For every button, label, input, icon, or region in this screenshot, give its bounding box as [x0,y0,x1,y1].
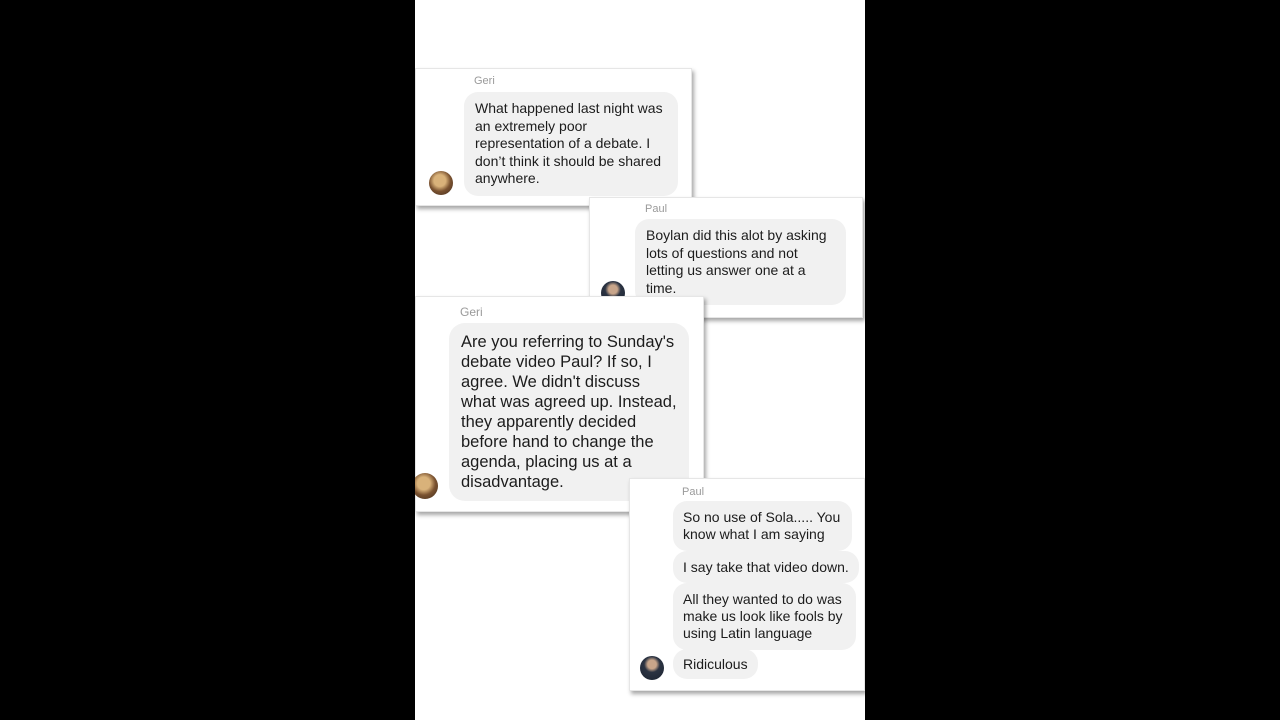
message-card-paul-2: Paul So no use of Sola..... You know wha… [629,478,865,691]
message-bubble[interactable]: Ridiculous [673,649,758,679]
sender-name: Paul [645,203,668,215]
message-bubble[interactable]: So no use of Sola..... You know what I a… [673,501,852,551]
message-bubble[interactable]: Are you referring to Sunday's debate vid… [449,323,689,501]
screenshot-collage: Geri What happened last night was an ext… [415,0,865,720]
geri-avatar [429,171,453,195]
geri-avatar [415,473,438,499]
message-bubble[interactable]: What happened last night was an extremel… [464,92,678,196]
sender-name: Paul [682,486,705,498]
message-bubble[interactable]: I say take that video down. [673,551,859,583]
message-card-geri-1: Geri What happened last night was an ext… [415,68,692,206]
message-bubble[interactable]: All they wanted to do was make us look l… [673,583,856,650]
sender-name: Geri [474,75,495,87]
paul-avatar [640,656,664,680]
message-bubble[interactable]: Boylan did this alot by asking lots of q… [635,219,846,305]
sender-name: Geri [460,305,483,319]
